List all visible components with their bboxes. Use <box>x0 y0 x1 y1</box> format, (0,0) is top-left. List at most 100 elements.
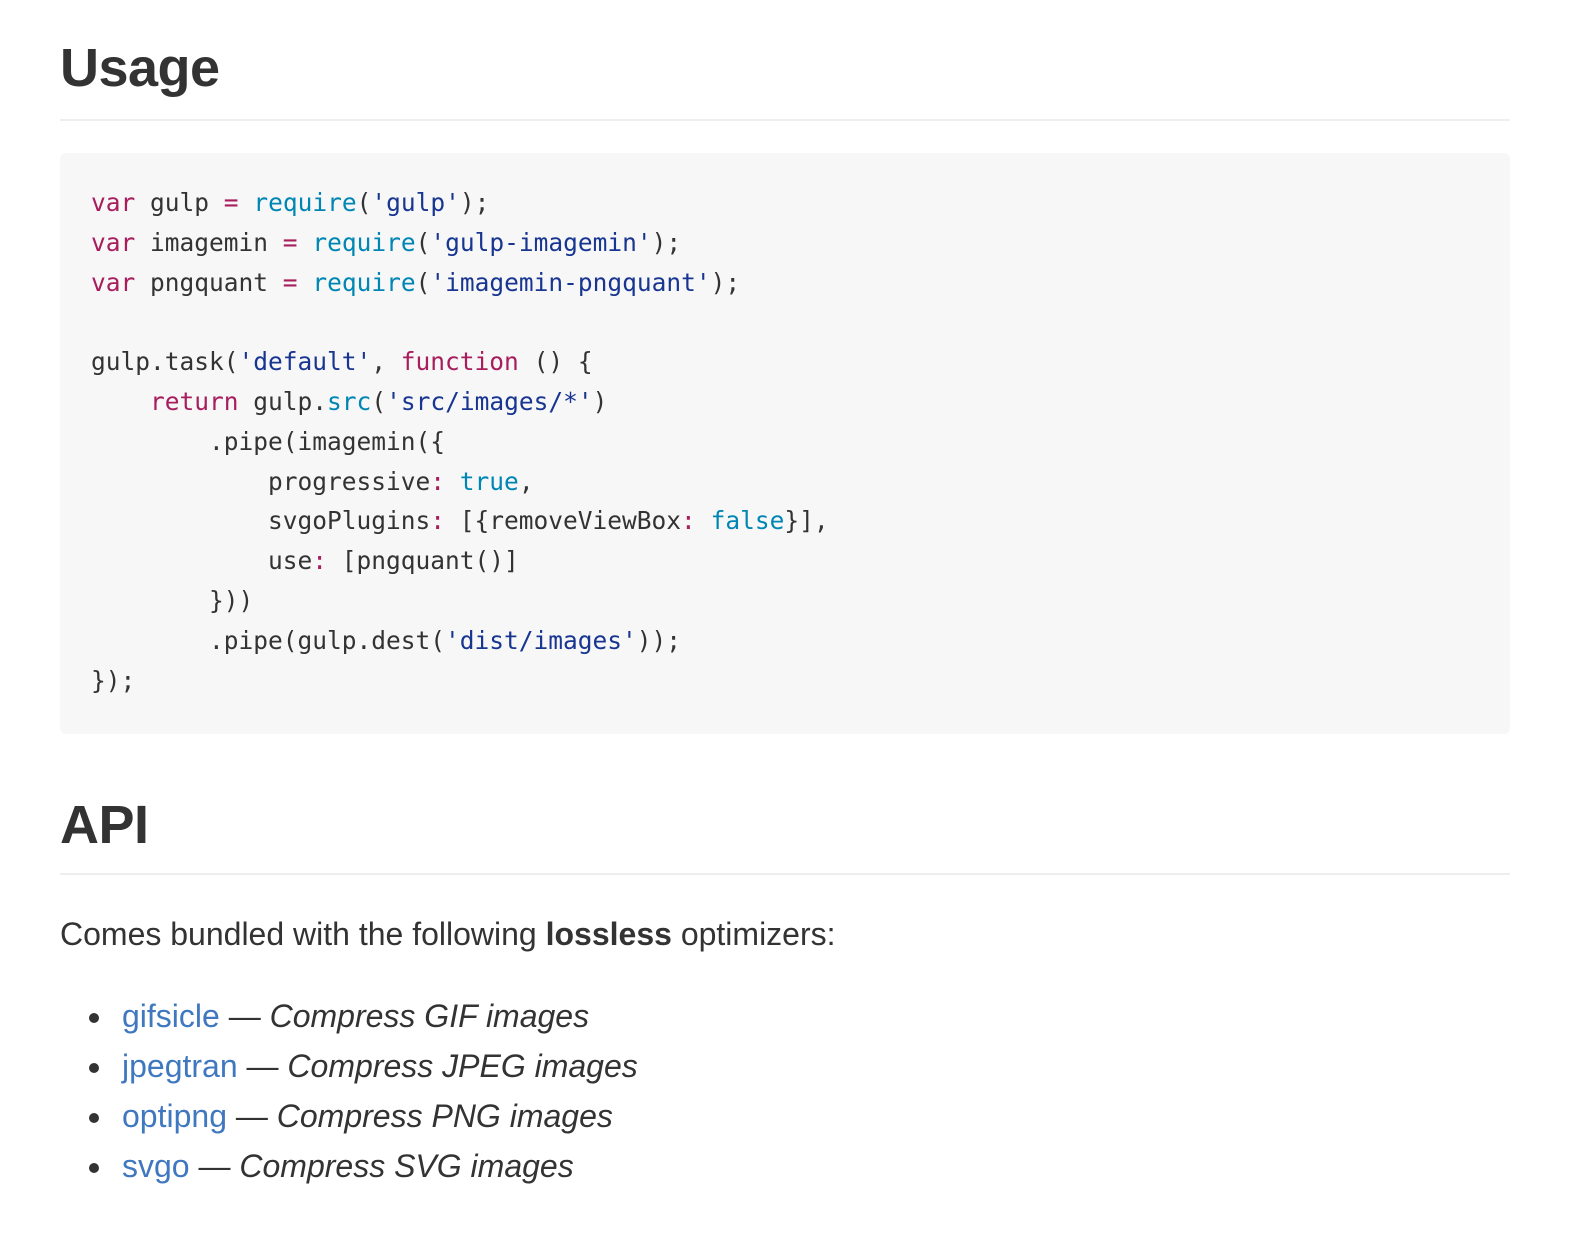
api-intro-text-before: Comes bundled with the following <box>60 916 546 952</box>
code-text: gulp.task( <box>91 347 239 377</box>
code-string: 'imagemin-pngquant' <box>430 267 711 297</box>
code-line: })) <box>91 581 829 621</box>
code-text: ); <box>710 267 741 297</box>
code-builtin: require <box>253 188 357 217</box>
optimizer-link-svgo[interactable]: svgo <box>122 1148 190 1184</box>
code-text: }); <box>91 665 136 695</box>
optimizer-list: gifsicle — Compress GIF images jpegtran … <box>60 996 638 1196</box>
code-keyword: return <box>150 386 239 416</box>
list-item: optipng — Compress PNG images <box>60 1096 638 1146</box>
code-text: gulp <box>135 188 224 217</box>
code-text: imagemin <box>135 227 283 257</box>
code-line: .pipe(imagemin({ <box>91 422 829 462</box>
optimizer-dash: — <box>237 1048 288 1084</box>
code-text: .pipe(imagemin({ <box>91 426 446 456</box>
code-line: var gulp = require('gulp'); <box>91 183 829 223</box>
code-text: .pipe(gulp.dest( <box>91 625 446 655</box>
code-text: [{removeViewBox <box>445 506 682 536</box>
code-operator: : <box>430 466 446 496</box>
optimizer-link-jpegtran[interactable]: jpegtran <box>122 1048 238 1084</box>
code-text: use <box>91 546 313 576</box>
code-string: 'default' <box>238 347 372 377</box>
code-line: .pipe(gulp.dest('dist/images')); <box>91 621 829 661</box>
optimizer-link-gifsicle[interactable]: gifsicle <box>122 998 220 1034</box>
code-keyword: var <box>91 188 136 217</box>
code-line: svgoPlugins: [{removeViewBox: false}], <box>91 501 829 541</box>
api-heading: API <box>60 795 149 855</box>
code-line: var pngquant = require('imagemin-pngquan… <box>91 263 829 303</box>
code-text: ( <box>356 188 372 217</box>
api-heading-divider <box>60 873 1510 875</box>
usage-code: var gulp = require('gulp'); var imagemin … <box>91 183 829 700</box>
code-builtin: false <box>710 506 785 536</box>
code-string: 'gulp-imagemin' <box>430 227 652 257</box>
code-text: pngquant <box>135 267 283 297</box>
code-builtin: src <box>327 386 372 416</box>
code-keyword: function <box>400 347 519 377</box>
code-operator: = <box>282 267 298 297</box>
code-text: [pngquant()] <box>327 546 519 576</box>
code-line: ​ <box>91 302 829 342</box>
usage-heading-divider <box>60 119 1510 121</box>
code-string: 'dist/images' <box>445 625 637 655</box>
optimizer-dash: — <box>219 998 270 1034</box>
code-operator: = <box>282 227 298 257</box>
code-text: }], <box>784 506 829 536</box>
optimizer-dash: — <box>226 1098 277 1134</box>
optimizer-link-optipng[interactable]: optipng <box>122 1098 227 1134</box>
code-line: }); <box>91 661 829 701</box>
code-text: , <box>371 347 401 377</box>
api-intro-text-after: optimizers: <box>671 916 836 952</box>
code-text: })) <box>91 585 254 615</box>
code-text: () { <box>518 347 593 377</box>
code-text: ( <box>415 267 431 297</box>
code-operator: : <box>681 506 696 536</box>
code-line: progressive: true, <box>91 462 829 502</box>
list-item: svgo — Compress SVG images <box>60 1146 638 1196</box>
usage-heading: Usage <box>60 38 220 98</box>
list-item: gifsicle — Compress GIF images <box>60 996 638 1046</box>
optimizer-description: Compress PNG images <box>276 1098 613 1134</box>
code-keyword: var <box>91 267 136 297</box>
code-string: 'src/images/*' <box>386 386 593 416</box>
code-line: gulp.task('default', function () { <box>91 342 829 382</box>
optimizer-description: Compress GIF images <box>269 998 590 1034</box>
code-line: return gulp.src('src/images/*') <box>91 382 829 422</box>
code-text: ) <box>592 386 608 416</box>
code-line: use: [pngquant()] <box>91 541 829 581</box>
optimizer-description: Compress JPEG images <box>287 1048 638 1084</box>
code-text: progressive <box>91 466 431 496</box>
code-builtin: require <box>312 267 416 297</box>
api-intro-bold: lossless <box>545 916 672 952</box>
code-text: gulp. <box>238 386 328 416</box>
bullet-icon <box>89 1063 99 1073</box>
code-string: 'gulp' <box>371 188 460 217</box>
code-text: ); <box>459 188 490 217</box>
optimizer-dash: — <box>189 1148 240 1184</box>
usage-code-block[interactable]: var gulp = require('gulp'); var imagemin … <box>60 153 1510 734</box>
code-keyword: var <box>91 227 136 257</box>
code-text: ( <box>371 386 387 416</box>
code-operator: = <box>223 188 239 217</box>
bullet-icon <box>89 1113 99 1123</box>
list-item: jpegtran — Compress JPEG images <box>60 1046 638 1096</box>
code-builtin: true <box>459 466 519 496</box>
code-text: ( <box>415 227 431 257</box>
code-operator: : <box>312 546 328 576</box>
code-text: ); <box>651 227 682 257</box>
code-text: svgoPlugins <box>91 506 431 536</box>
code-builtin: require <box>312 227 416 257</box>
api-intro-paragraph: Comes bundled with the following lossles… <box>60 914 836 954</box>
bullet-icon <box>89 1013 99 1023</box>
code-text: )); <box>636 625 682 655</box>
optimizer-description: Compress SVG images <box>239 1148 574 1184</box>
code-line: var imagemin = require('gulp-imagemin'); <box>91 223 829 263</box>
bullet-icon <box>89 1163 99 1173</box>
code-text: , <box>518 466 534 496</box>
